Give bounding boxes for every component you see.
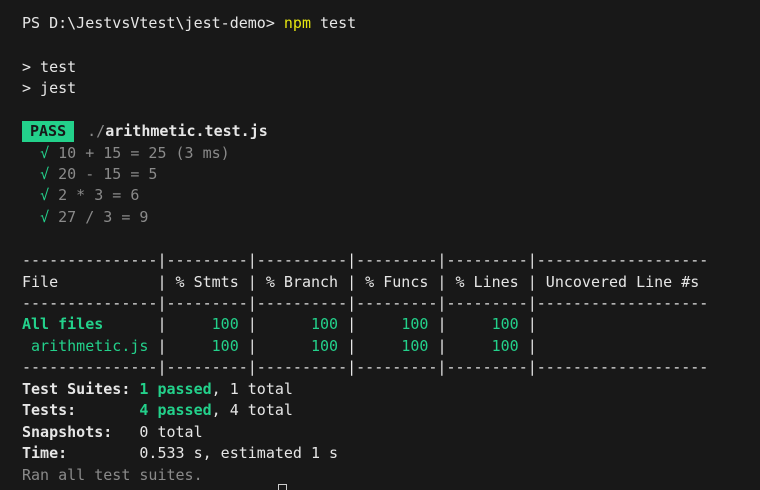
summary-tests-label: Tests: xyxy=(22,401,77,419)
check-icon: √ xyxy=(40,165,50,183)
summary-suites-label: Test Suites: xyxy=(22,380,131,398)
coverage-row: arithmetic.js | 100 | 100 | 100 | 100 | xyxy=(22,337,537,355)
prompt-command: npm xyxy=(283,14,311,32)
summary-tests-passed: 4 passed xyxy=(139,401,212,419)
test-label: 27 / 3 = 9 xyxy=(58,208,149,226)
coverage-stmts: 100 xyxy=(211,337,239,355)
coverage-separator: ---------------|---------|----------|---… xyxy=(22,294,709,312)
coverage-separator: ---------------|---------|----------|---… xyxy=(22,251,709,269)
prompt-path: PS D:\JestvsVtest\jest-demo> xyxy=(22,14,275,32)
terminal-cursor xyxy=(278,484,287,490)
prompt-line: PS D:\JestvsVtest\jest-demo> npm test xyxy=(22,13,356,34)
summary-footer: Ran all test suites. xyxy=(22,466,203,484)
test-result: √ 20 - 15 = 5 xyxy=(22,164,157,185)
test-file-name: arithmetic.test.js xyxy=(105,122,268,140)
summary-snapshots-label: Snapshots: xyxy=(22,423,113,441)
summary-suites: Test Suites: 1 passed, 1 total xyxy=(22,379,293,400)
test-label: 20 - 15 = 5 xyxy=(58,165,158,183)
summary-snapshots-value: 0 total xyxy=(139,423,203,441)
summary-snapshots: Snapshots: 0 total xyxy=(22,422,203,443)
test-label: 2 * 3 = 6 xyxy=(58,186,140,204)
coverage-funcs: 100 xyxy=(401,337,429,355)
summary-suites-total: , 1 total xyxy=(211,380,293,398)
coverage-file: arithmetic.js xyxy=(22,337,149,355)
coverage-separator: ---------------|---------|----------|---… xyxy=(22,358,709,376)
pass-badge: PASS xyxy=(22,121,75,142)
summary-tests-total: , 4 total xyxy=(211,401,293,419)
coverage-branch: 100 xyxy=(311,337,339,355)
script-line-jest: > jest xyxy=(22,79,77,97)
summary-tests: Tests: 4 passed, 4 total xyxy=(22,400,293,421)
check-icon: √ xyxy=(40,186,50,204)
summary-time: Time: 0.533 s, estimated 1 s xyxy=(22,443,338,464)
pass-line: PASS ./arithmetic.test.js xyxy=(22,121,268,142)
terminal-output[interactable]: PS D:\JestvsVtest\jest-demo> npm test > … xyxy=(0,0,760,490)
test-result: √ 10 + 15 = 25 (3 ms) xyxy=(22,143,230,164)
coverage-lines: 100 xyxy=(491,337,519,355)
coverage-stmts: 100 xyxy=(211,315,239,333)
coverage-lines: 100 xyxy=(491,315,519,333)
coverage-file: All files xyxy=(22,315,149,333)
coverage-header: File | % Stmts | % Branch | % Funcs | % … xyxy=(22,273,700,291)
test-result: √ 2 * 3 = 6 xyxy=(22,185,139,206)
summary-time-value: 0.533 s, estimated 1 s xyxy=(139,444,339,462)
prompt-args: test xyxy=(320,14,357,32)
test-label: 10 + 15 = 25 (3 ms) xyxy=(58,144,230,162)
coverage-branch: 100 xyxy=(311,315,339,333)
test-file-dir: ./ xyxy=(87,122,106,140)
check-icon: √ xyxy=(40,144,50,162)
script-line-test: > test xyxy=(22,58,77,76)
check-icon: √ xyxy=(40,208,50,226)
coverage-row: All files | 100 | 100 | 100 | 100 | xyxy=(22,315,537,333)
test-result: √ 27 / 3 = 9 xyxy=(22,207,148,228)
summary-time-label: Time: xyxy=(22,444,68,462)
coverage-funcs: 100 xyxy=(401,315,429,333)
summary-suites-passed: 1 passed xyxy=(139,380,212,398)
